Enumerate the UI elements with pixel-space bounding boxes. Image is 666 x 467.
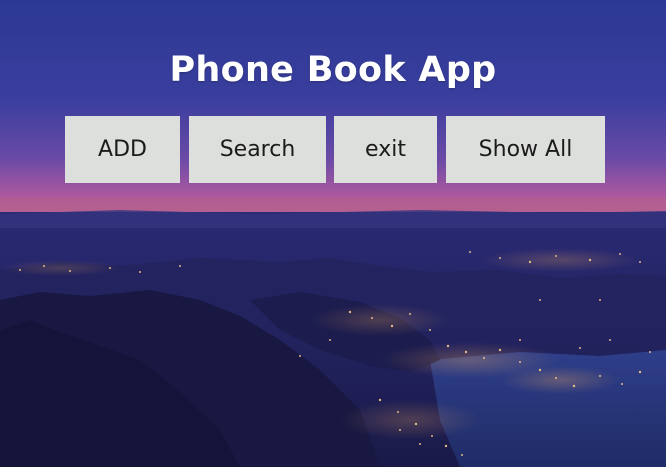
exit-button[interactable]: exit <box>334 116 437 183</box>
search-button[interactable]: Search <box>189 116 326 183</box>
page-title: Phone Book App <box>169 50 497 90</box>
phone-book-window: Phone Book App ADD Search exit Show All <box>0 0 666 467</box>
show-all-button[interactable]: Show All <box>446 116 605 183</box>
add-button[interactable]: ADD <box>65 116 180 183</box>
